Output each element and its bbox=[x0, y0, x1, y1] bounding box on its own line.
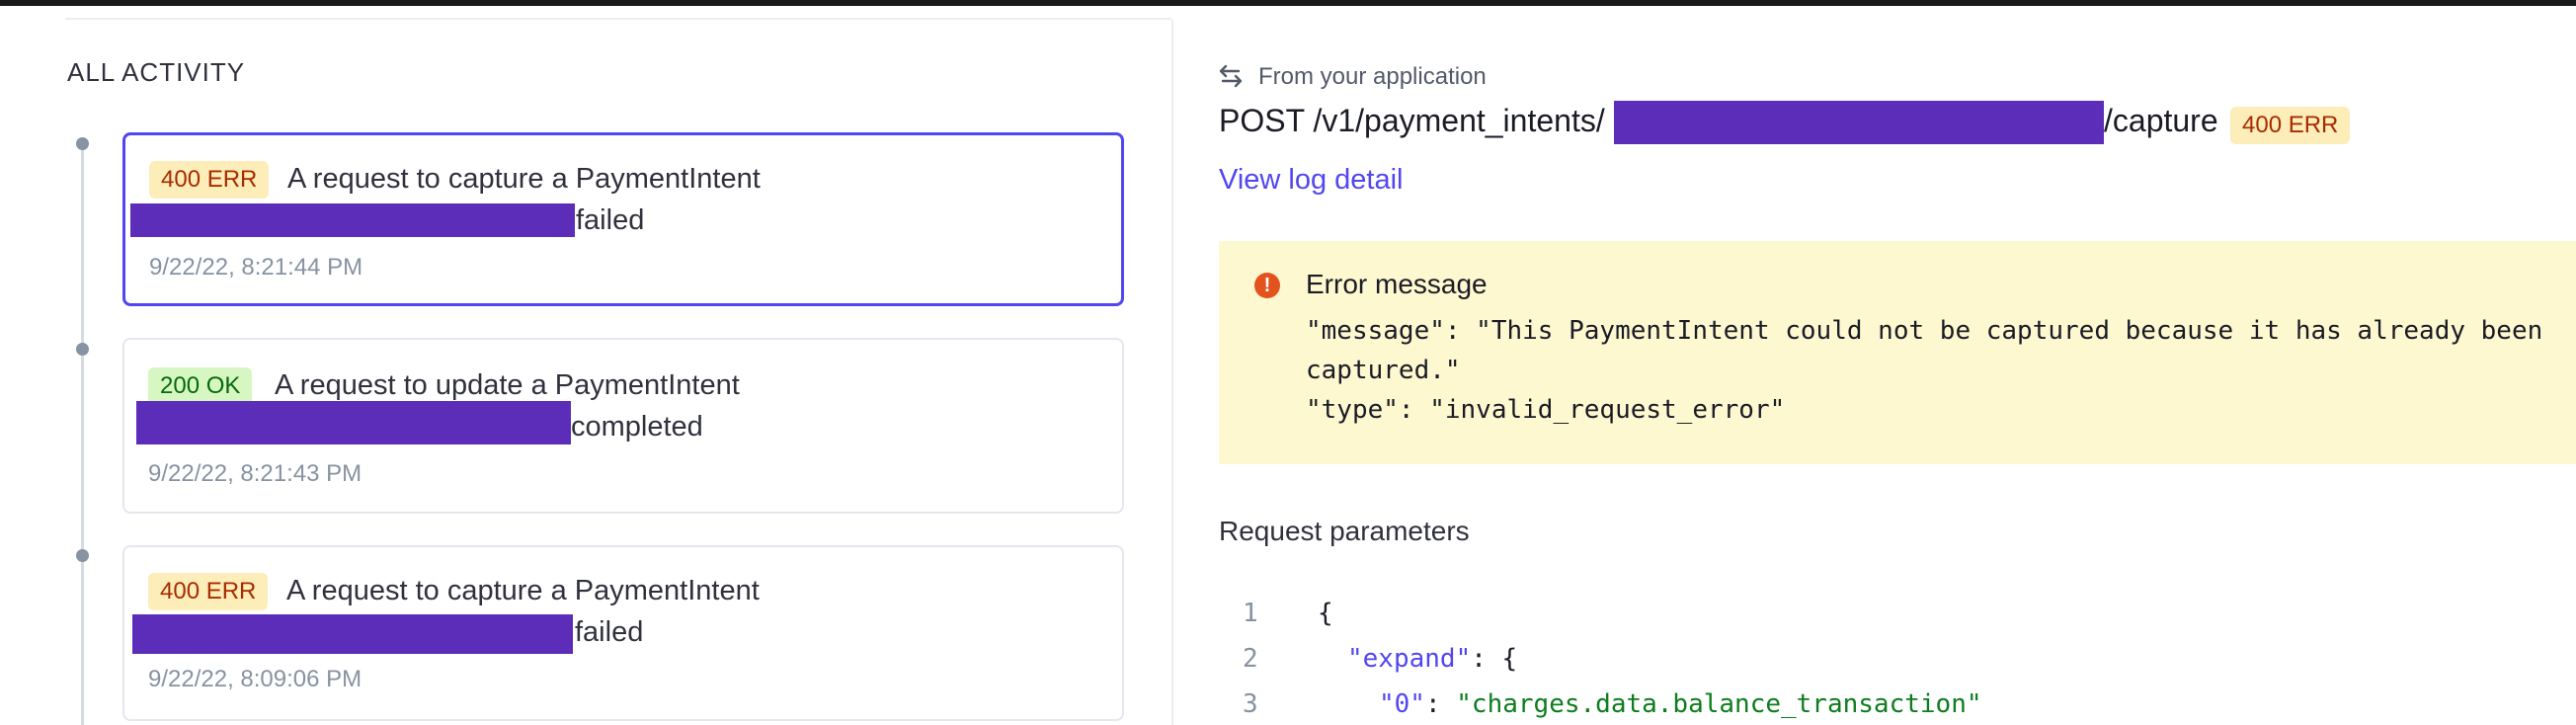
code-token: : bbox=[1424, 689, 1457, 719]
panel-divider bbox=[1171, 20, 1173, 725]
endpoint-path-suffix: /capture bbox=[2104, 103, 2218, 138]
code-token: "0" bbox=[1379, 689, 1425, 719]
activity-item[interactable]: 400 ERR A request to capture a PaymentIn… bbox=[122, 545, 1124, 721]
redacted-id bbox=[132, 614, 573, 654]
code-line: "expand": { bbox=[1347, 644, 1517, 674]
view-log-detail-link[interactable]: View log detail bbox=[1219, 164, 1403, 197]
activity-item-time: 9/22/22, 8:21:44 PM bbox=[149, 254, 363, 281]
endpoint-method-path: POST /v1/payment_intents/ bbox=[1219, 103, 1605, 138]
exclamation-circle-icon: ! bbox=[1254, 273, 1280, 298]
activity-item-result: failed bbox=[576, 204, 645, 236]
error-line: "message": "This PaymentIntent could not… bbox=[1306, 316, 2543, 346]
code-line: { bbox=[1318, 599, 1333, 628]
error-line: captured." bbox=[1306, 356, 1461, 385]
error-title: Error message bbox=[1306, 269, 1488, 299]
redacted-id bbox=[1614, 101, 2104, 144]
status-badge: 400 ERR bbox=[2230, 107, 2351, 144]
code-line: "0": "charges.data.balance_transaction" bbox=[1379, 689, 1982, 719]
activity-item-result: completed bbox=[571, 411, 703, 443]
timeline-dot bbox=[76, 343, 89, 356]
line-number: 1 bbox=[1243, 599, 1258, 628]
activity-item-text: A request to update a PaymentIntent bbox=[275, 369, 740, 401]
request-origin: From your application bbox=[1258, 63, 1487, 90]
code-token: { bbox=[1318, 599, 1333, 628]
activity-item-time: 9/22/22, 8:21:43 PM bbox=[148, 460, 362, 487]
code-token: : { bbox=[1471, 644, 1518, 674]
activity-section-title: ALL ACTIVITY bbox=[67, 57, 246, 87]
top-bar bbox=[0, 0, 2576, 6]
line-number: 2 bbox=[1243, 644, 1258, 674]
code-token: "expand" bbox=[1347, 644, 1472, 674]
timeline-dot bbox=[76, 137, 89, 150]
activity-item-text: A request to capture a PaymentIntent bbox=[286, 575, 760, 606]
activity-item[interactable]: 400 ERR A request to capture a PaymentIn… bbox=[122, 132, 1124, 306]
activity-item-time: 9/22/22, 8:09:06 PM bbox=[148, 666, 362, 692]
activity-item-text: A request to capture a PaymentIntent bbox=[287, 163, 761, 195]
redacted-id bbox=[130, 203, 575, 237]
activity-item-result: failed bbox=[575, 616, 644, 648]
status-badge: 400 ERR bbox=[149, 161, 270, 199]
request-parameters-title: Request parameters bbox=[1219, 516, 1470, 546]
timeline-dot bbox=[76, 549, 89, 562]
timeline-line bbox=[81, 143, 84, 725]
error-message-box: ! Error message "message": "This Payment… bbox=[1219, 241, 2576, 464]
line-number: 3 bbox=[1243, 689, 1258, 719]
error-line: "type": "invalid_request_error" bbox=[1306, 395, 1786, 425]
redacted-id bbox=[136, 401, 571, 444]
code-token: "charges.data.balance_transaction" bbox=[1456, 689, 1982, 719]
status-badge: 400 ERR bbox=[148, 573, 269, 610]
arrows-exchange-icon bbox=[1219, 64, 1243, 88]
activity-item[interactable]: 200 OK A request to update a PaymentInte… bbox=[122, 338, 1124, 514]
status-badge: 200 OK bbox=[148, 367, 253, 405]
header-divider bbox=[65, 18, 1171, 20]
